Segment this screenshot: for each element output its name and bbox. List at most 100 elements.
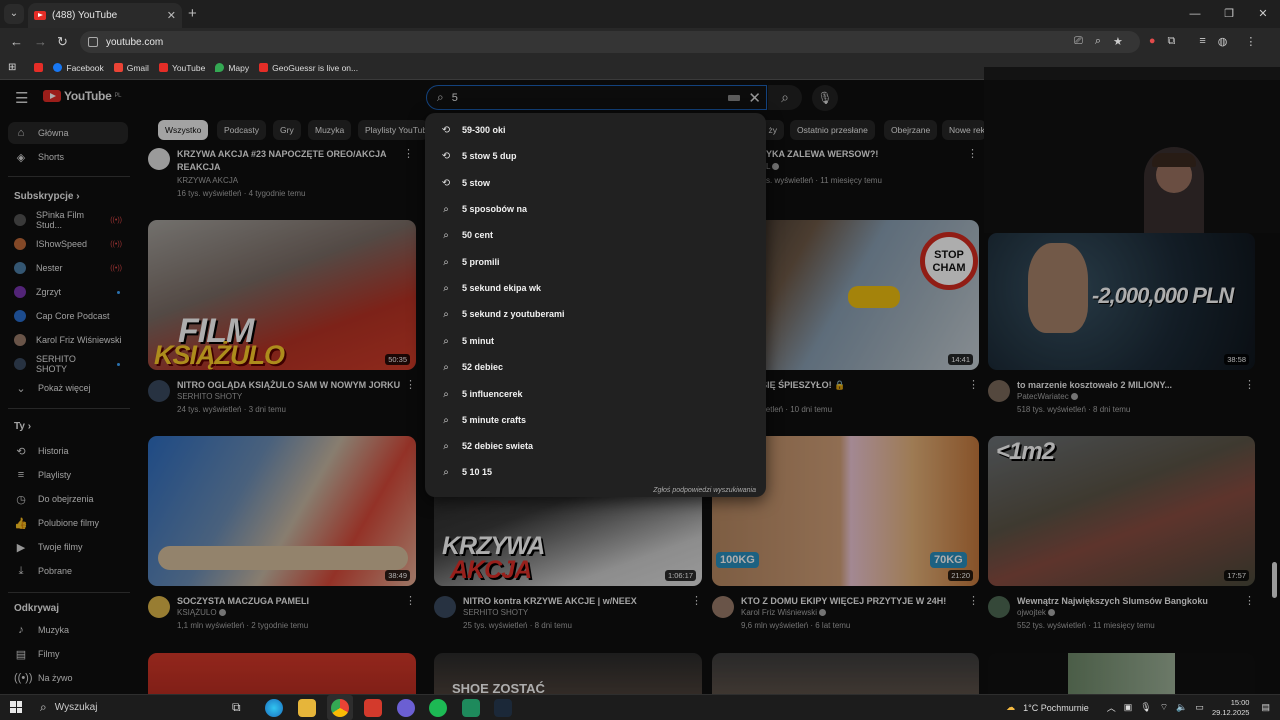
channel-name[interactable]: Karol Friz Wiśniewski — [741, 608, 827, 617]
tab-youtube[interactable]: (488) YouTube ✕ — [28, 3, 182, 28]
network-icon[interactable]: ⌔ — [1160, 702, 1168, 713]
channel-name[interactable]: SERHITO SHOTY — [177, 392, 242, 401]
sidebar-item-liked[interactable]: 👍 Polubione filmy — [8, 512, 128, 534]
sidebar-item-subscription[interactable]: Cap Core Podcast — [8, 305, 128, 327]
video-title[interactable]: A MU SIĘ ŚPIESZYŁO! 🔒 — [736, 379, 961, 392]
file-explorer-icon[interactable] — [298, 699, 316, 717]
taskbar-search[interactable]: ⌕ Wyszukaj — [32, 695, 222, 720]
page-scrollbar[interactable] — [1272, 562, 1277, 598]
notifications-icon[interactable]: ▤ — [1261, 702, 1270, 713]
suggestion-item[interactable]: ⌕ 5 sekund ekipa wk — [425, 275, 766, 301]
chip-all[interactable]: Wszystko — [158, 120, 209, 140]
minimize-icon[interactable]: — — [1178, 0, 1212, 28]
video-title[interactable]: NITRO kontra KRZYWE AKCJE | w/NEEX — [463, 595, 688, 608]
tray-app-icon[interactable]: ▣ — [1124, 702, 1133, 713]
more-options-icon[interactable]: ⋮ — [405, 594, 416, 607]
sidebar-item-subscription[interactable]: SPinka Film Stud... ((•)) — [8, 209, 128, 231]
channel-avatar[interactable] — [148, 380, 170, 402]
video-title[interactable]: to marzenie kosztowało 2 MILIONY... — [1017, 379, 1242, 392]
chip-music[interactable]: Muzyka — [308, 120, 352, 140]
suggestion-item[interactable]: ⌕ 5 minut — [425, 328, 766, 354]
channel-name[interactable]: ojwojtek — [1017, 608, 1055, 617]
reading-list-icon[interactable]: ≡ — [1199, 35, 1205, 48]
task-view-icon[interactable]: ⧉ — [232, 700, 241, 715]
more-options-icon[interactable]: ⋮ — [1244, 594, 1255, 607]
windows-start-icon[interactable] — [10, 701, 22, 713]
video-thumbnail[interactable]: -2,000,000 PLN 38:58 — [988, 233, 1255, 370]
microphone-tray-icon[interactable]: 🎙 — [1140, 702, 1151, 713]
apps-grid-icon[interactable]: ⊞ — [8, 62, 16, 73]
more-options-icon[interactable]: ⋮ — [967, 147, 978, 160]
video-thumbnail[interactable]: 38:49 — [148, 436, 416, 586]
tab-search-button[interactable]: ⌄ — [4, 4, 24, 24]
channel-name[interactable]: PatecWariatec — [1017, 392, 1078, 401]
keyboard-icon[interactable] — [728, 94, 741, 101]
chrome-icon[interactable] — [331, 699, 349, 717]
bookmark-youtube[interactable]: YouTube — [158, 63, 205, 73]
volume-icon[interactable]: 🔈 — [1176, 702, 1187, 713]
sidebar-item-music[interactable]: ♪ Muzyka — [8, 619, 128, 641]
channel-avatar[interactable] — [434, 596, 456, 618]
video-title[interactable]: SOCZYSTA MACZUGA PAMELI — [177, 595, 402, 608]
reload-icon[interactable]: ↻ — [57, 34, 68, 50]
top-row-left[interactable]: KRZYWA AKCJA #23 NAPOCZĘTE OREO/AKCJA REA… — [148, 146, 416, 206]
bookmark-mapy[interactable]: Mapy — [215, 63, 249, 73]
profile-icon[interactable]: ◍ — [1218, 35, 1228, 48]
sidebar-item-live[interactable]: ((•)) Na żywo — [8, 667, 128, 689]
top-row-right[interactable]: YKA ZALEWA WERSOW?! L s. wyświetleń · 11… — [766, 146, 980, 196]
youtube-logo[interactable]: YouTube PL — [43, 89, 121, 103]
weather-text[interactable]: 1°C Pochmurnie — [1023, 703, 1089, 713]
voice-search-button[interactable]: 🎙 — [812, 85, 838, 111]
more-options-icon[interactable]: ⋮ — [968, 594, 979, 607]
site-info-icon[interactable] — [88, 37, 98, 47]
clock[interactable]: 15:00 29.12.2025 — [1212, 698, 1250, 718]
video-thumbnail[interactable]: <1m2 17:57 — [988, 436, 1255, 586]
subscriptions-header[interactable]: Subskrypcje › — [14, 191, 80, 202]
chip-playlists[interactable]: Playlisty YouTube — [358, 120, 428, 140]
chip-recent[interactable]: Ostatnio przesłane — [790, 120, 875, 140]
suggestion-item[interactable]: ⌕ 5 sposobów na — [425, 196, 766, 222]
battery-icon[interactable]: ▭ — [1195, 702, 1204, 713]
video-title[interactable]: NITRO OGLĄDA KSIĄŻULO SAM W NOWYM JORKU — [177, 379, 402, 392]
sidebar-item-home[interactable]: ⌂ Główna — [8, 122, 128, 144]
chip-games[interactable]: Gry — [273, 120, 301, 140]
channel-avatar[interactable] — [148, 148, 170, 170]
channel-avatar[interactable] — [988, 596, 1010, 618]
sidebar-item-playlists[interactable]: ≡ Playlisty — [8, 464, 128, 486]
extensions-icon[interactable]: ⧉ — [1168, 35, 1176, 48]
sidebar-item-subscription[interactable]: Nester ((•)) — [8, 257, 128, 279]
edge-icon[interactable] — [265, 699, 283, 717]
steam-icon[interactable] — [494, 699, 512, 717]
bookmark-geoguessr[interactable]: GeoGuessr is live on... — [259, 63, 358, 73]
sidebar-item-downloads[interactable]: ⤓ Pobrane — [8, 560, 128, 582]
cast-icon[interactable]: ⎚ — [1074, 35, 1083, 48]
clear-search-icon[interactable]: ✕ — [748, 89, 761, 107]
sidebar-item-movies[interactable]: ▤ Filmy — [8, 643, 128, 665]
more-options-icon[interactable]: ⋮ — [1244, 378, 1255, 391]
you-header[interactable]: Ty › — [14, 421, 31, 432]
channel-name[interactable]: L — [766, 162, 780, 171]
forward-icon[interactable]: → — [34, 34, 47, 49]
menu-icon[interactable]: ☰ — [15, 89, 28, 107]
suggestion-item[interactable]: ⌕ 5 promili — [425, 249, 766, 275]
bookmark-star-icon[interactable]: ★ — [1113, 35, 1123, 48]
new-tab-icon[interactable]: + — [188, 5, 197, 22]
bookmark-facebook[interactable]: Facebook — [53, 63, 104, 73]
channel-name[interactable]: SERHITO SHOTY — [463, 608, 528, 617]
suggestion-item[interactable]: ⌕ 5 minute crafts — [425, 407, 766, 433]
chip-podcasts[interactable]: Podcasty — [217, 120, 266, 140]
channel-avatar[interactable] — [148, 596, 170, 618]
suggestion-item[interactable]: ⌕ 50 cent — [425, 222, 766, 248]
suggestion-item[interactable]: ⌕ 5 10 15 — [425, 459, 766, 485]
sidebar-item-subscription[interactable]: IShowSpeed ((•)) — [8, 233, 128, 255]
suggestion-item[interactable]: ⌕ 5 sekund z youtuberami — [425, 301, 766, 327]
video-thumbnail[interactable]: FILM KSIĄŻULO 50:35 — [148, 220, 416, 370]
spotify-icon[interactable] — [429, 699, 447, 717]
suggestion-item[interactable]: ⟲ 5 stow 5 dup — [425, 143, 766, 169]
video-title[interactable]: KTO Z DOMU EKIPY WIĘCEJ PRZYTYJE W 24H! — [741, 595, 966, 608]
chip-watched[interactable]: Obejrzane — [884, 120, 938, 140]
chip-new[interactable]: Nowe rek — [942, 120, 986, 140]
search-button[interactable]: ⌕ — [768, 85, 802, 110]
show-more-button[interactable]: ⌄ Pokaż więcej — [8, 377, 128, 399]
extension-record-icon[interactable]: ● — [1149, 35, 1156, 48]
